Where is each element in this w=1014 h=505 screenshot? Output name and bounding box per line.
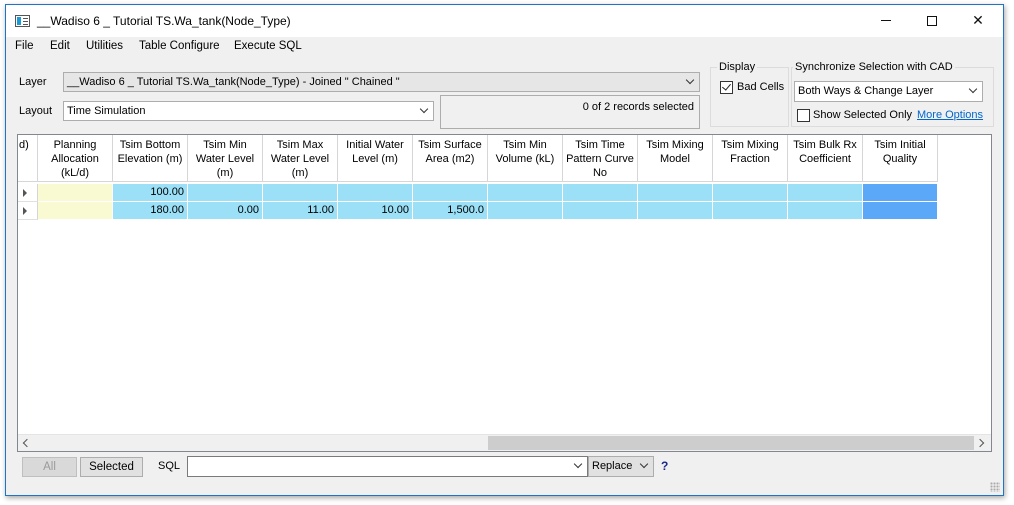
window-title: __Wadiso 6 _ Tutorial TS.Wa_tank(Node_Ty… [37,14,291,28]
layout-value: Time Simulation [67,105,146,117]
layout-dropdown[interactable]: Time Simulation [63,101,434,121]
table-cell[interactable]: 0.00 [188,202,263,220]
scroll-right-icon[interactable] [975,437,988,449]
display-group: Display Bad Cells [710,61,789,127]
layer-label: Layer [19,76,47,88]
table-cell[interactable] [713,202,788,220]
table-cell[interactable] [263,184,338,202]
chevron-down-icon [419,104,429,117]
minimize-icon [881,20,891,21]
help-icon[interactable]: ? [661,459,668,473]
layout-label: Layout [19,105,53,117]
menu-edit[interactable]: Edit [50,40,70,52]
title-bar[interactable]: __Wadiso 6 _ Tutorial TS.Wa_tank(Node_Ty… [6,5,1003,37]
column-header[interactable]: Tsim Surface Area (m2) [413,135,488,182]
sql-label: SQL [158,460,181,472]
table-cell[interactable] [488,184,563,202]
table-cell[interactable] [338,184,413,202]
maximize-button[interactable] [909,5,955,36]
column-header-partial[interactable]: d) [18,135,38,182]
table-cell[interactable]: 10.00 [338,202,413,220]
column-header[interactable]: Tsim Initial Quality [863,135,938,182]
row-pointer-icon [23,207,27,215]
table-cell[interactable] [638,202,713,220]
close-icon: ✕ [972,12,984,29]
table-cell[interactable] [863,202,938,220]
layer-value: __Wadiso 6 _ Tutorial TS.Wa_tank(Node_Ty… [67,76,400,88]
minimize-button[interactable] [863,5,909,36]
column-header[interactable]: Planning Allocation (kL/d) [38,135,113,182]
table-cell[interactable] [563,184,638,202]
table-cell[interactable] [38,202,113,220]
menu-table-configure[interactable]: Table Configure [139,40,220,52]
show-selected-only-label: Show Selected Only [813,109,913,121]
table-cell[interactable]: 100.00 [113,184,188,202]
table-cell[interactable] [788,184,863,202]
table-cell[interactable] [38,184,113,202]
table-cell[interactable] [638,184,713,202]
menu-file[interactable]: File [15,40,34,52]
column-header[interactable]: Tsim Bottom Elevation (m) [113,135,188,182]
show-selected-only-checkbox[interactable] [797,109,810,122]
menu-bar: File Edit Utilities Table Configure Exec… [6,37,1003,59]
table-cell[interactable]: 1,500.0 [413,202,488,220]
column-header[interactable]: Initial Water Level (m) [338,135,413,182]
menu-execute-sql[interactable]: Execute SQL [234,40,302,52]
bad-cells-label: Bad Cells [737,81,785,93]
table-cell[interactable] [563,202,638,220]
chevron-down-icon [685,75,695,88]
bad-cells-checkbox[interactable] [720,81,733,94]
replace-value: Replace [592,460,633,472]
scroll-left-icon[interactable] [21,437,33,449]
column-header[interactable]: Tsim Time Pattern Curve No [563,135,638,182]
more-options-link[interactable]: More Options [917,109,983,121]
chevron-down-icon[interactable] [573,459,583,469]
sync-selection-group: Synchronize Selection with CAD Both Ways… [791,61,994,127]
sync-group-title: Synchronize Selection with CAD [793,61,955,73]
chevron-down-icon [968,84,978,97]
horizontal-scrollbar[interactable] [18,434,991,451]
sync-mode-value: Both Ways & Change Layer [798,85,934,97]
column-header[interactable]: Tsim Min Volume (kL) [488,135,563,182]
sync-mode-dropdown[interactable]: Both Ways & Change Layer [794,81,983,102]
column-header[interactable]: Tsim Bulk Rx Coefficient [788,135,863,182]
chevron-down-icon [639,459,649,472]
column-header[interactable]: Tsim Max Water Level (m) [263,135,338,182]
table-cell[interactable]: 180.00 [113,202,188,220]
maximize-icon [927,15,937,26]
table-cell[interactable] [788,202,863,220]
table-cell[interactable] [863,184,938,202]
replace-dropdown[interactable]: Replace [588,456,654,477]
row-selector[interactable] [18,184,38,202]
column-header[interactable]: Tsim Mixing Model [638,135,713,182]
selected-button[interactable]: Selected [80,457,143,477]
records-selected-text: 0 of 2 records selected [582,101,694,113]
column-header[interactable]: Tsim Mixing Fraction [713,135,788,182]
records-status-box: 0 of 2 records selected [440,95,700,129]
display-group-title: Display [717,61,758,73]
table-cell[interactable] [188,184,263,202]
menu-utilities[interactable]: Utilities [86,40,123,52]
layer-dropdown[interactable]: __Wadiso 6 _ Tutorial TS.Wa_tank(Node_Ty… [63,72,700,92]
table-cell[interactable] [713,184,788,202]
row-selector[interactable] [18,202,38,220]
column-header[interactable]: Tsim Min Water Level (m) [188,135,263,182]
all-button[interactable]: All [22,457,77,477]
close-button[interactable]: ✕ [955,5,1001,36]
resize-grip-icon[interactable] [990,482,1000,492]
check-icon [722,81,731,91]
sql-input[interactable] [187,456,588,477]
table-cell[interactable] [488,202,563,220]
scrollbar-thumb[interactable] [488,436,974,450]
table-cell[interactable] [413,184,488,202]
table-cell[interactable]: 11.00 [263,202,338,220]
data-grid[interactable]: d) Planning Allocation (kL/d) Tsim Bottom… [17,134,992,452]
main-window: __Wadiso 6 _ Tutorial TS.Wa_tank(Node_Ty… [5,4,1004,496]
app-table-icon [15,15,30,27]
row-pointer-icon [23,189,27,197]
